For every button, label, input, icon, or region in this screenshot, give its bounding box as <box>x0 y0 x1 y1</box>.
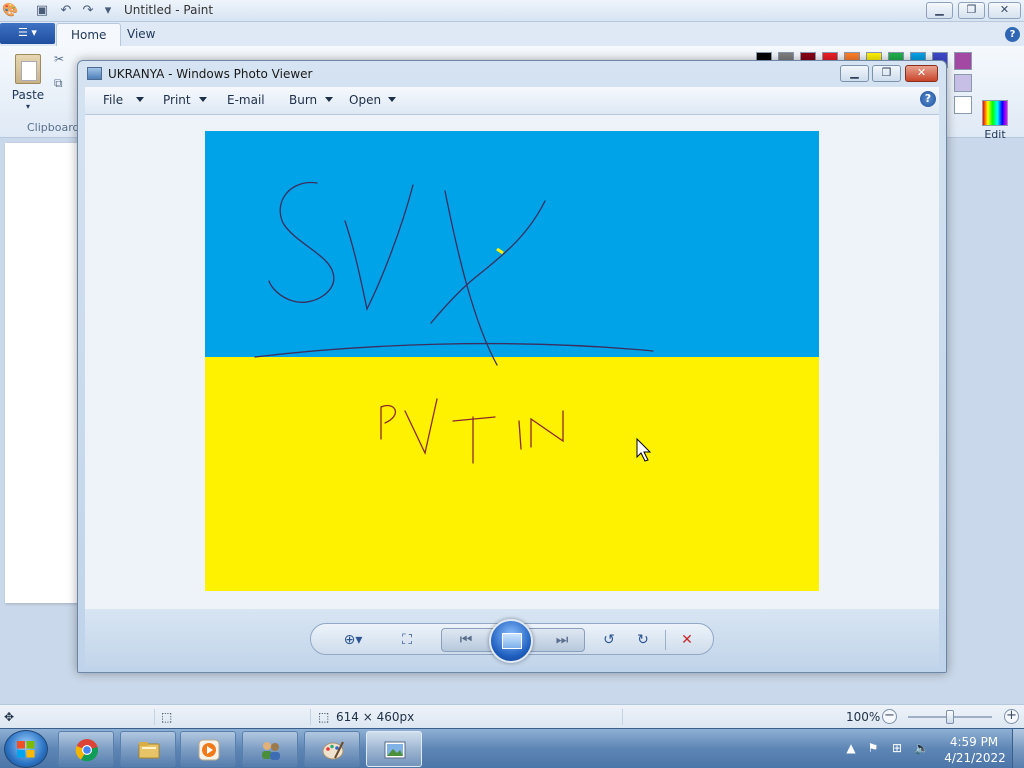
zoom-out-button[interactable]: − <box>882 709 897 724</box>
chrome-icon <box>75 739 99 762</box>
clock-time[interactable]: 4:59 PM <box>949 735 999 749</box>
start-button[interactable] <box>4 730 48 768</box>
status-divider <box>154 709 155 725</box>
paint-titlebar[interactable]: 🎨 ▣ ↶ ↷ ▾ Untitled - Paint ▁ ❐ ✕ <box>0 0 1024 22</box>
menu-burn-dropdown-icon[interactable] <box>325 97 333 102</box>
taskbar-chrome[interactable] <box>58 731 114 767</box>
photo-viewer-menubar: File Print E-mail Burn Open ? <box>85 87 939 115</box>
paint-close-button[interactable]: ✕ <box>988 2 1021 19</box>
zoom-icon[interactable]: ⊕▾ <box>337 630 369 650</box>
menu-burn[interactable]: Burn <box>289 93 317 107</box>
photo-viewer-help-icon[interactable]: ? <box>920 91 936 107</box>
show-desktop-button[interactable] <box>1012 729 1024 768</box>
clipboard-group-label: Clipboard <box>27 121 80 134</box>
photo-viewer-content <box>85 115 939 609</box>
paint-minimize-button[interactable]: ▁ <box>926 2 953 19</box>
paste-dropdown-icon: ▾ <box>25 102 30 111</box>
photo-viewer-title: UKRANYA - Windows Photo Viewer <box>108 67 313 81</box>
action-center-flag-icon[interactable]: ⚑ <box>866 741 880 755</box>
paint-title: Untitled - Paint <box>124 3 214 17</box>
photo-viewer-close-button[interactable]: ✕ <box>905 65 938 82</box>
zoom-slider-thumb[interactable] <box>946 710 954 724</box>
next-icon[interactable]: ⏭ <box>550 630 574 650</box>
taskbar: ▲ ⚑ ⊞ 🔈 4:59 PM 4/21/2022 <box>0 728 1024 768</box>
paste-button[interactable]: Paste ▾ <box>8 52 48 118</box>
file-explorer-icon <box>138 742 160 759</box>
taskbar-network-users[interactable] <box>242 731 298 767</box>
menu-file-dropdown-icon[interactable] <box>136 97 144 102</box>
paint-maximize-button[interactable]: ❐ <box>958 2 985 19</box>
taskbar-photo-viewer[interactable] <box>366 731 422 767</box>
controls-divider <box>665 630 666 650</box>
selection-size-icon: ⬚ <box>161 710 173 724</box>
fit-to-window-icon[interactable]: ⛶ <box>397 630 417 650</box>
cursor-position-icon: ✥ <box>4 710 15 724</box>
image-size-text: 614 × 460px <box>336 710 415 724</box>
clock-date[interactable]: 4/21/2022 <box>944 751 1006 765</box>
delete-icon[interactable]: ✕ <box>675 630 699 650</box>
displayed-image[interactable] <box>205 131 819 591</box>
image-top-band <box>205 131 819 357</box>
status-divider <box>622 709 623 725</box>
menu-print[interactable]: Print <box>163 93 191 107</box>
slideshow-button[interactable] <box>489 619 533 663</box>
copy-icon[interactable]: ⧉ <box>54 76 63 91</box>
redo-icon[interactable]: ↷ <box>80 3 96 19</box>
media-player-icon <box>198 739 220 761</box>
menu-print-dropdown-icon[interactable] <box>199 97 207 102</box>
undo-icon[interactable]: ↶ <box>58 3 74 19</box>
zoom-in-button[interactable]: + <box>1004 709 1019 724</box>
rotate-counterclockwise-icon[interactable]: ↺ <box>599 630 619 650</box>
color-spectrum-icon <box>982 100 1008 126</box>
volume-icon[interactable]: 🔈 <box>914 741 929 755</box>
previous-icon[interactable]: ⏮ <box>454 630 478 650</box>
palette-color-swatch[interactable] <box>954 96 972 114</box>
paint-help-icon[interactable]: ? <box>1005 27 1020 42</box>
paint-ribbon-tabs: ☰ ▾ Home View ? <box>0 22 1024 46</box>
network-users-icon <box>262 742 280 760</box>
menu-email[interactable]: E-mail <box>227 93 265 107</box>
rotate-clockwise-icon[interactable]: ↻ <box>633 630 653 650</box>
photo-viewer-controls-bar: ⊕▾ ⛶ ⏮ ⏭ ↺ ↻ ✕ <box>85 609 939 667</box>
tab-view[interactable]: View <box>113 23 169 46</box>
zoom-level-text: 100% <box>846 710 881 724</box>
menu-file[interactable]: File <box>103 93 123 107</box>
image-size-icon: ⬚ <box>318 710 330 724</box>
taskbar-paint[interactable] <box>304 731 360 767</box>
paint-app-menu-button[interactable]: ☰ ▾ <box>0 23 55 44</box>
clipboard-icon <box>15 54 41 84</box>
taskbar-file-explorer[interactable] <box>120 731 176 767</box>
quick-access-dropdown-icon[interactable]: ▾ <box>100 3 116 19</box>
paint-app-icon[interactable]: 🎨 <box>2 3 18 19</box>
photo-viewer-maximize-button[interactable]: ❐ <box>872 65 901 82</box>
palette-color-swatch[interactable] <box>954 74 972 92</box>
cut-icon[interactable]: ✂ <box>54 52 64 66</box>
image-bottom-band <box>205 357 819 591</box>
slideshow-icon <box>502 633 522 649</box>
tab-home[interactable]: Home <box>56 23 122 46</box>
photo-viewer-titlebar[interactable]: UKRANYA - Windows Photo Viewer ▁ ❐ ✕ <box>78 61 946 87</box>
menu-open[interactable]: Open <box>349 93 381 107</box>
paste-label: Paste <box>11 88 45 102</box>
menu-open-dropdown-icon[interactable] <box>388 97 396 102</box>
photo-viewer-icon <box>384 741 406 759</box>
network-icon[interactable]: ⊞ <box>890 741 904 755</box>
palette-color-swatch[interactable] <box>954 52 972 70</box>
save-icon[interactable]: ▣ <box>34 3 50 19</box>
photo-viewer-app-icon <box>87 67 102 80</box>
taskbar-media-player[interactable] <box>180 731 236 767</box>
windows-logo-icon <box>17 741 35 758</box>
show-hidden-icons-icon[interactable]: ▲ <box>844 741 858 755</box>
status-divider <box>310 709 311 725</box>
photo-viewer-minimize-button[interactable]: ▁ <box>840 65 869 82</box>
paint-statusbar: ✥ ⬚ ⬚ 614 × 460px 100% − + <box>0 704 1024 728</box>
navigation-controls: ⊕▾ ⛶ ⏮ ⏭ ↺ ↻ ✕ <box>310 619 714 663</box>
photo-viewer-window: UKRANYA - Windows Photo Viewer ▁ ❐ ✕ Fil… <box>77 60 947 673</box>
paint-icon <box>322 741 344 760</box>
